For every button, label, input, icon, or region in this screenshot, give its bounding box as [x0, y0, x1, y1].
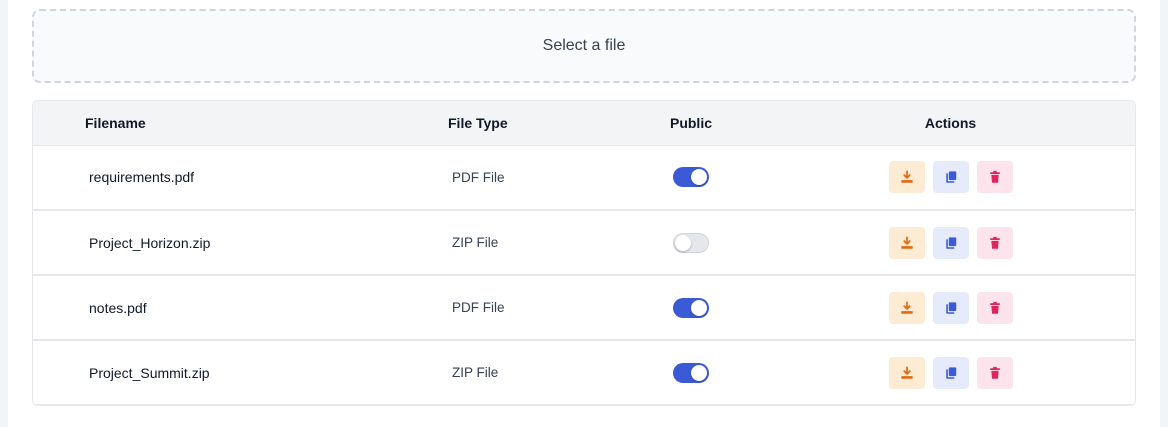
header-file-type: File Type	[408, 101, 616, 146]
public-cell	[616, 340, 766, 405]
toggle-knob	[691, 364, 707, 381]
row-actions	[888, 226, 1013, 259]
file-type-cell: ZIP File	[452, 235, 499, 250]
actions-cell	[766, 340, 1135, 405]
delete-button[interactable]	[976, 226, 1013, 259]
file-type-cell: PDF File	[452, 169, 505, 185]
public-cell	[616, 145, 766, 210]
download-icon	[900, 300, 913, 314]
table-row: Project_Summit.zip ZIP File	[33, 340, 1135, 405]
files-table: Filename File Type Public Actions requir…	[33, 101, 1135, 405]
public-toggle[interactable]	[673, 297, 709, 318]
filename-cell: Project_Summit.zip	[89, 364, 210, 381]
download-icon	[900, 170, 913, 183]
actions-cell	[766, 210, 1135, 275]
filename-cell: notes.pdf	[89, 299, 147, 316]
copy-icon	[945, 301, 956, 314]
dropzone-label: Select a file	[542, 37, 626, 54]
row-actions	[888, 291, 1013, 324]
files-table-container: Filename File Type Public Actions requir…	[32, 100, 1136, 406]
copy-icon	[945, 171, 956, 184]
download-icon	[900, 365, 913, 379]
filename-cell: requirements.pdf	[89, 169, 195, 186]
copy-button[interactable]	[932, 291, 969, 324]
delete-button[interactable]	[976, 356, 1013, 389]
trash-icon	[989, 366, 1000, 379]
download-button[interactable]	[888, 291, 925, 324]
trash-icon	[989, 236, 1000, 249]
toggle-knob	[691, 299, 707, 316]
copy-button[interactable]	[932, 356, 969, 389]
download-button[interactable]	[888, 226, 925, 259]
trash-icon	[989, 301, 1000, 314]
row-actions	[888, 356, 1013, 389]
copy-icon	[945, 236, 956, 249]
filename-cell: Project_Horizon.zip	[89, 234, 211, 251]
public-cell	[616, 275, 766, 340]
trash-icon	[989, 171, 1000, 183]
header-filename: Filename	[33, 101, 408, 146]
copy-button[interactable]	[932, 226, 969, 259]
table-row: notes.pdf PDF File	[33, 275, 1135, 340]
table-header-row: Filename File Type Public Actions	[33, 101, 1135, 146]
actions-cell	[766, 275, 1135, 340]
table-row: requirements.pdf PDF File	[33, 145, 1135, 210]
table-row: Project_Horizon.zip ZIP File	[33, 210, 1135, 275]
public-toggle[interactable]	[673, 232, 709, 253]
download-icon	[900, 235, 913, 249]
actions-cell	[766, 145, 1135, 210]
toggle-knob	[691, 169, 707, 186]
public-cell	[616, 210, 766, 275]
public-toggle[interactable]	[673, 362, 709, 383]
public-toggle[interactable]	[673, 167, 709, 188]
delete-button[interactable]	[976, 291, 1013, 324]
copy-button[interactable]	[932, 161, 969, 194]
file-type-cell: PDF File	[452, 300, 505, 315]
file-dropzone[interactable]: Select a file	[32, 9, 1136, 83]
delete-button[interactable]	[976, 161, 1013, 194]
download-button[interactable]	[888, 161, 925, 194]
file-type-cell: ZIP File	[452, 365, 499, 380]
header-public: Public	[616, 101, 766, 146]
copy-icon	[945, 366, 956, 379]
file-manager-card: Select a file Filename File Type Public …	[8, 0, 1160, 427]
row-actions	[888, 161, 1013, 194]
toggle-knob	[675, 234, 691, 251]
header-actions: Actions	[766, 101, 1135, 146]
download-button[interactable]	[888, 356, 925, 389]
